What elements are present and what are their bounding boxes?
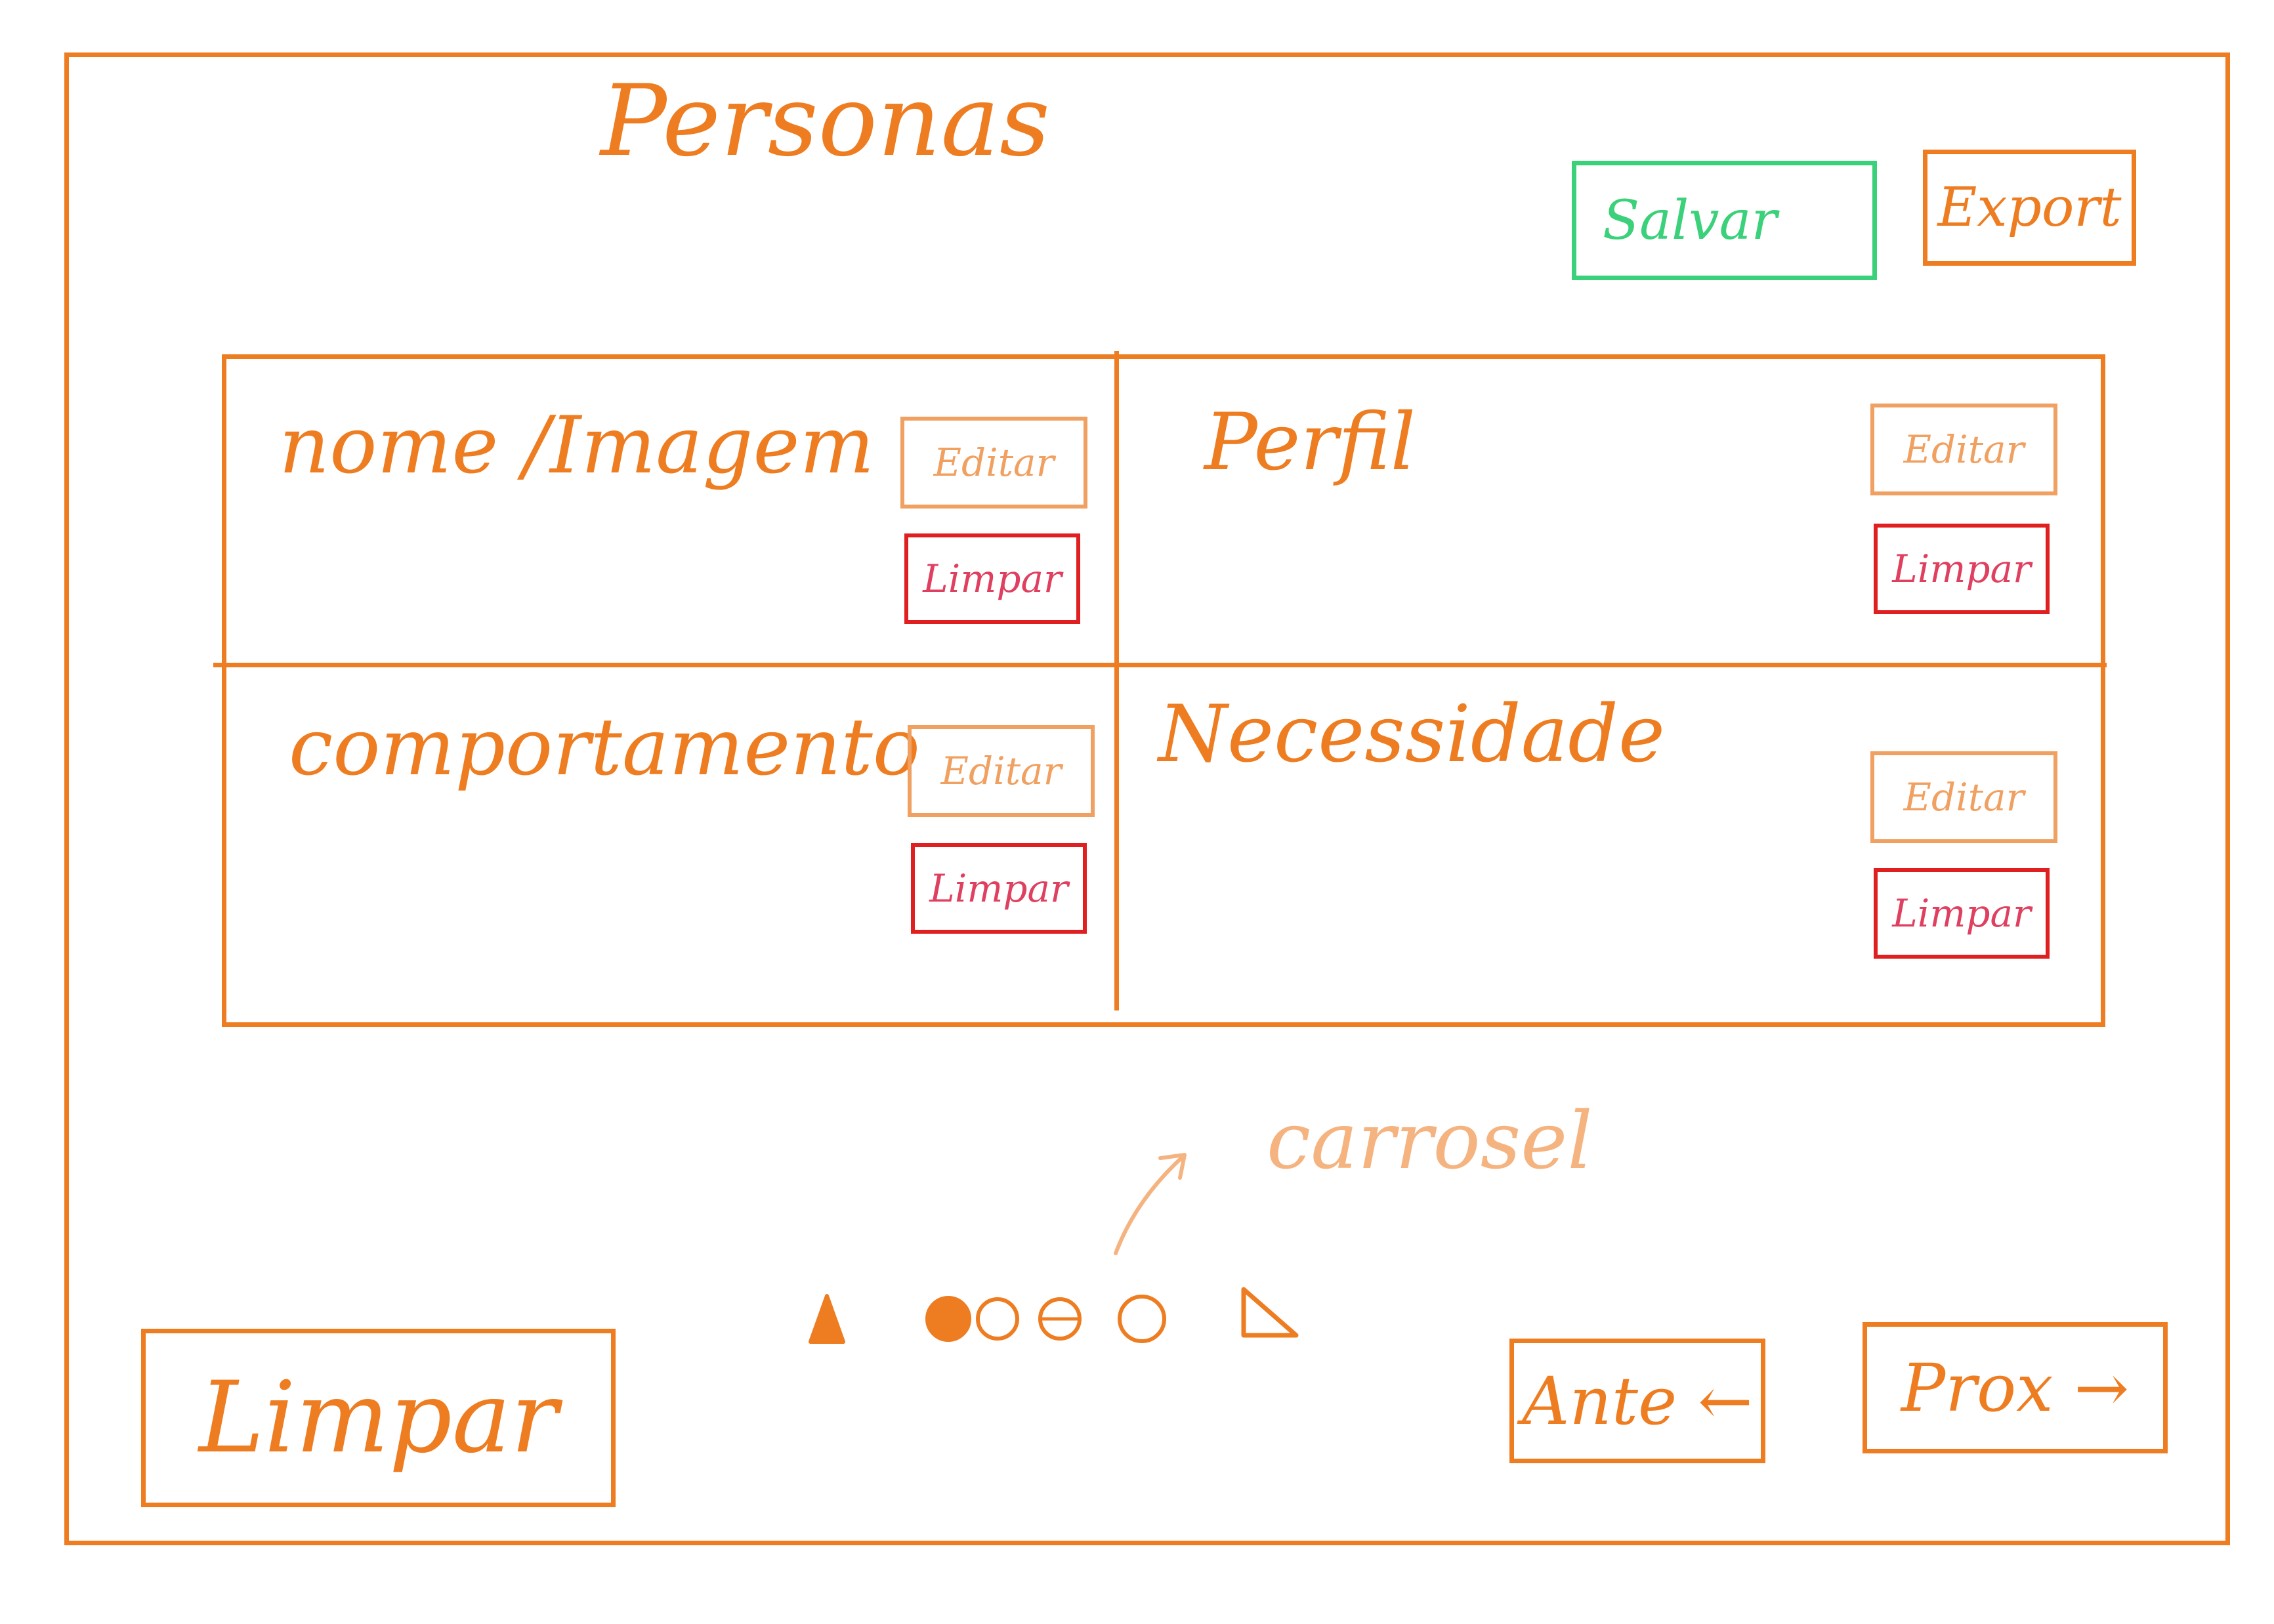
clear-button-name-image[interactable]: Limpar — [904, 533, 1080, 624]
carousel-pager — [809, 1287, 1299, 1344]
grid-vertical-divider — [1114, 351, 1119, 1010]
previous-button[interactable]: Ante ← — [1509, 1339, 1765, 1463]
clear-button-profile[interactable]: Limpar — [1874, 524, 2050, 614]
quadrant-label-needs: Necessidade — [1158, 689, 1665, 780]
carousel-annotation: carrosel — [1267, 1096, 1593, 1187]
clear-button-needs[interactable]: Limpar — [1874, 868, 2050, 959]
edit-button-name-image[interactable]: Editar — [900, 417, 1087, 509]
edit-button-needs[interactable]: Editar — [1870, 751, 2057, 843]
page-title: Personas — [600, 64, 1050, 178]
carousel-prev-icon[interactable] — [809, 1294, 845, 1344]
carousel-dot-3[interactable] — [1038, 1297, 1082, 1341]
next-button[interactable]: Prox → — [1863, 1322, 2168, 1453]
clear-all-button[interactable]: Limpar — [141, 1329, 616, 1507]
clear-button-behavior[interactable]: Limpar — [911, 843, 1087, 934]
save-button[interactable]: Salvar — [1572, 161, 1877, 280]
carousel-dot-4[interactable] — [1118, 1295, 1166, 1343]
annotation-arrow-icon — [1114, 1153, 1187, 1255]
carousel-next-icon[interactable] — [1241, 1287, 1299, 1338]
grid-horizontal-divider — [213, 663, 2107, 667]
edit-button-behavior[interactable]: Editar — [908, 725, 1095, 817]
quadrant-label-behavior: comportamento — [289, 702, 920, 793]
quadrant-label-name-image: nome /Imagem — [279, 400, 875, 491]
carousel-dot-1[interactable] — [925, 1296, 971, 1342]
carousel-dot-2[interactable] — [976, 1297, 1019, 1341]
edit-button-profile[interactable]: Editar — [1870, 404, 2057, 495]
export-button[interactable]: Export — [1923, 150, 2136, 266]
quadrant-label-profile: Perfil — [1204, 397, 1416, 488]
